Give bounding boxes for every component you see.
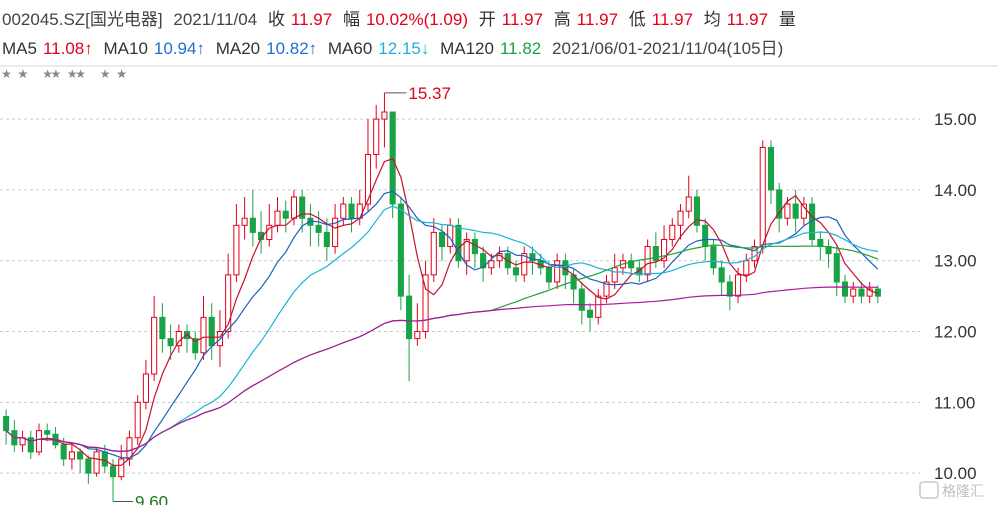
candle-up — [743, 260, 750, 276]
candle-down — [208, 316, 215, 347]
event-markers: ★ ★★ ★★ ★★ ★ ★★ — [1, 67, 127, 81]
candle-down — [718, 267, 725, 283]
event-star-icon: ★ — [75, 67, 86, 81]
candle-down — [323, 231, 330, 248]
candle-down — [389, 111, 396, 205]
candles-layer — [3, 92, 881, 502]
candle-down — [406, 295, 413, 340]
candle-down — [858, 288, 865, 297]
high-annotation-label: 15.37 — [408, 84, 451, 103]
event-star-icon: ★ — [116, 67, 127, 81]
candle-up — [233, 224, 240, 276]
y-tick-label: 13.00 — [934, 252, 977, 271]
candle-up — [151, 316, 158, 375]
candle-up — [685, 196, 692, 212]
candle-up — [759, 146, 766, 248]
candle-down — [3, 415, 10, 432]
event-star-icon: ★ — [100, 67, 111, 81]
event-star-icon: ★ — [18, 67, 29, 81]
candle-down — [817, 238, 824, 248]
event-star-icon: ★ — [1, 67, 12, 81]
candle-up — [118, 458, 125, 478]
candle-down — [397, 203, 404, 297]
candle-up — [850, 288, 857, 297]
candle-down — [710, 246, 717, 269]
y-tick-label: 14.00 — [934, 181, 977, 200]
candle-down — [77, 451, 84, 460]
y-tick-label: 12.00 — [934, 323, 977, 342]
candle-up — [274, 210, 281, 226]
y-tick-label: 11.00 — [934, 393, 975, 412]
candle-up — [669, 224, 676, 240]
candle-down — [159, 316, 166, 340]
candle-down — [60, 444, 67, 460]
candle-down — [776, 189, 783, 219]
candle-up — [735, 274, 742, 297]
event-star-icon: ★ — [50, 67, 61, 81]
candle-down — [578, 288, 585, 311]
candle-up — [290, 196, 298, 219]
candle-up — [134, 401, 141, 439]
candle-up — [595, 295, 602, 318]
y-tick-label: 15.00 — [934, 110, 977, 129]
candle-down — [315, 224, 322, 233]
candle-up — [644, 246, 651, 276]
candle-down — [249, 217, 256, 233]
candle-down — [348, 203, 355, 219]
candle-up — [554, 260, 561, 283]
candle-up — [35, 430, 43, 453]
candle-up — [381, 111, 388, 120]
candle-down — [586, 309, 594, 318]
candle-down — [545, 267, 552, 283]
watermark-logo-icon — [919, 481, 939, 499]
candle-down — [726, 281, 733, 297]
candle-down — [44, 430, 51, 435]
price-axis: 10.00 11.00 12.00 13.00 14.00 15.00 — [934, 110, 977, 483]
candle-down — [282, 210, 289, 219]
candle-up — [414, 331, 421, 340]
candle-down — [702, 224, 709, 248]
candle-up — [373, 118, 380, 156]
candle-down — [85, 458, 92, 474]
candle-down — [438, 231, 446, 248]
candle-up — [784, 203, 791, 219]
y-tick-label: 10.00 — [934, 464, 977, 483]
low-annotation-label: 9.60 — [135, 492, 168, 505]
candle-up — [430, 231, 437, 276]
candle-down — [792, 203, 799, 219]
candle-down — [512, 267, 520, 276]
candle-up — [200, 316, 207, 354]
watermark: 格隆汇 — [919, 481, 984, 499]
candle-up — [677, 210, 684, 226]
candle-up — [93, 451, 100, 474]
watermark-text: 格隆汇 — [942, 483, 984, 499]
candle-up — [68, 451, 75, 460]
candle-down — [109, 465, 117, 478]
candle-down — [841, 281, 849, 297]
candle-up — [611, 267, 618, 283]
candle-down — [167, 338, 174, 347]
candle-down — [101, 451, 108, 467]
candle-up — [241, 217, 248, 226]
candle-down — [652, 246, 659, 262]
candle-up — [142, 373, 149, 403]
candle-up — [340, 203, 347, 219]
kline-chart[interactable]: ★ ★★ ★★ ★★ ★ ★★ 10.0011.0012.0013.0014.0015.0… — [0, 0, 998, 505]
candle-down — [767, 146, 775, 191]
candle-down — [833, 253, 840, 283]
